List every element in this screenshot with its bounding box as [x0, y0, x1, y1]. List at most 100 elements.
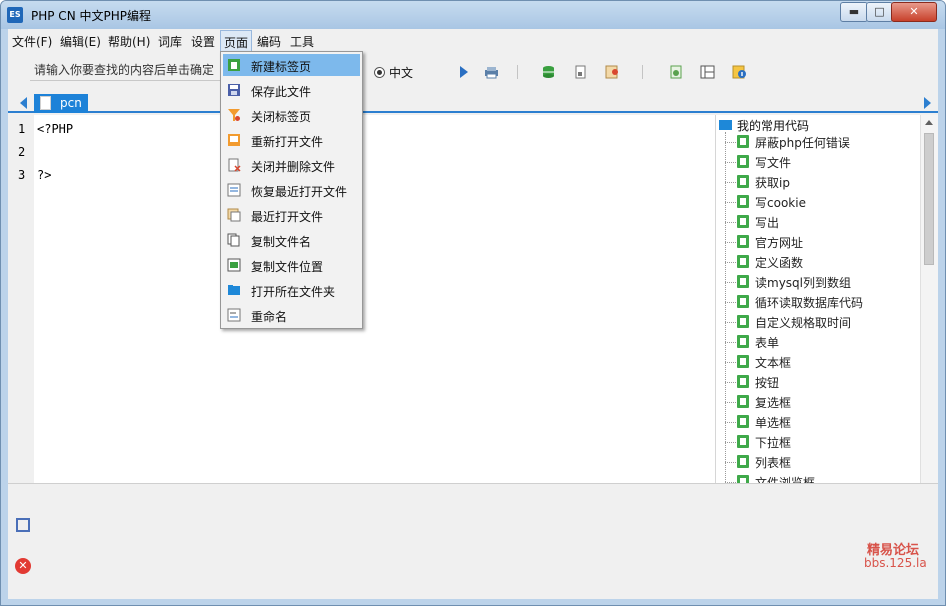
menu-item-rename[interactable]: 重命名: [223, 304, 360, 326]
layout-icon[interactable]: [700, 65, 715, 79]
output-panel: ✕: [8, 483, 938, 599]
error-icon[interactable]: ✕: [15, 558, 31, 574]
tree-connector: [725, 302, 736, 303]
watermark-url: bbs.125.la: [864, 556, 927, 570]
code-line[interactable]: ?>: [37, 168, 51, 182]
menu-item-restore-file[interactable]: 恢复最近打开文件: [223, 179, 360, 201]
tree-item[interactable]: 按钮: [725, 372, 925, 392]
menu-item-label: 重命名: [251, 310, 288, 324]
menu-item-copy-filename[interactable]: 复制文件名: [223, 229, 360, 251]
scrollbar-thumb[interactable]: [924, 133, 934, 265]
tree-item-label: 写出: [755, 216, 780, 230]
menu-item-label: 关闭标签页: [251, 110, 312, 124]
tree-connector: [725, 442, 736, 443]
menu-tools[interactable]: 工具: [290, 33, 314, 50]
tree-item[interactable]: 写文件: [725, 152, 925, 172]
recent-files-icon: [227, 208, 241, 222]
menu-item-label: 复制文件名: [251, 235, 312, 249]
tab-scroll-left-icon[interactable]: [20, 97, 27, 109]
snippet-icon: [737, 315, 749, 328]
print-icon[interactable]: [484, 65, 499, 79]
toolbar: 中文: [8, 51, 938, 91]
tree-item[interactable]: 表单: [725, 332, 925, 352]
copy-filename-icon: [227, 233, 240, 247]
tree-connector: [725, 322, 736, 323]
menu-item-recent-files[interactable]: 最近打开文件: [223, 204, 360, 226]
menu-item-label: 打开所在文件夹: [251, 285, 336, 299]
snippet-icon: [737, 395, 749, 408]
rename-icon: [227, 308, 241, 322]
copy-path-icon: [227, 258, 241, 272]
reopen-file-icon: [228, 134, 240, 146]
menu-item-label: 保存此文件: [251, 85, 312, 99]
tab-pcn[interactable]: pcn: [34, 94, 88, 113]
menu-item-copy-path[interactable]: 复制文件位置: [223, 254, 360, 276]
tree-item[interactable]: 官方网址: [725, 232, 925, 252]
title-bar[interactable]: ES PHP CN 中文PHP编程 ▬ □ ✕: [1, 1, 945, 29]
tree-item[interactable]: 自定义规格取时间: [725, 312, 925, 332]
tree-item[interactable]: 文件浏览框: [725, 472, 925, 483]
tab-scroll-right-icon[interactable]: [924, 97, 931, 109]
tree-item[interactable]: 列表框: [725, 452, 925, 472]
tree-item[interactable]: 循环读取数据库代码: [725, 292, 925, 312]
toolbar-separator: [642, 65, 643, 79]
tree-item[interactable]: 定义函数: [725, 252, 925, 272]
snippet-icon: [737, 155, 749, 168]
help-icon[interactable]: [732, 65, 747, 79]
tree-item-label: 官方网址: [755, 236, 804, 250]
menu-item-label: 新建标签页: [251, 60, 312, 74]
line-number-gutter: 1 2 3: [8, 115, 34, 483]
code-line[interactable]: <?PHP: [37, 122, 73, 136]
file-lock-icon[interactable]: [573, 65, 588, 79]
tree-connector: [725, 242, 736, 243]
tree-item[interactable]: 下拉框: [725, 432, 925, 452]
tree-item-label: 屏蔽php任何错误: [755, 136, 850, 150]
menu-encoding[interactable]: 编码: [257, 33, 281, 50]
maximize-button[interactable]: □: [866, 2, 893, 22]
tree-item-label: 获取ip: [755, 176, 790, 190]
tree-item[interactable]: 屏蔽php任何错误: [725, 132, 925, 152]
tree-item[interactable]: 读mysql列到数组: [725, 272, 925, 292]
tree-item-label: 下拉框: [755, 436, 792, 450]
menu-settings[interactable]: 设置: [191, 33, 215, 50]
tree-item[interactable]: 单选框: [725, 412, 925, 432]
run-icon[interactable]: [456, 65, 471, 79]
record-icon[interactable]: [605, 65, 620, 79]
save-log-icon[interactable]: [16, 518, 30, 532]
menu-item-delete-file[interactable]: 关闭并删除文件: [223, 154, 360, 176]
minimize-button[interactable]: ▬: [840, 2, 868, 22]
close-button[interactable]: ✕: [891, 2, 937, 22]
tree-item[interactable]: 写出: [725, 212, 925, 232]
folder-icon: [228, 285, 240, 295]
tree-connector: [725, 162, 736, 163]
menu-edit[interactable]: 编辑(E): [60, 33, 101, 50]
tree-connector: [725, 402, 736, 403]
search-input[interactable]: [30, 59, 230, 81]
info-file-icon[interactable]: [669, 65, 684, 79]
menu-item-folder[interactable]: 打开所在文件夹: [223, 279, 360, 301]
chinese-radio[interactable]: [374, 67, 385, 78]
tree-item[interactable]: 写cookie: [725, 192, 925, 212]
menu-item-close-tab[interactable]: 关闭标签页: [223, 104, 360, 126]
scroll-up-icon[interactable]: [925, 120, 933, 125]
menu-item-new-tab[interactable]: 新建标签页: [223, 54, 360, 76]
menu-file[interactable]: 文件(F): [12, 33, 52, 50]
database-icon[interactable]: [541, 65, 556, 79]
menu-item-reopen-file[interactable]: 重新打开文件: [223, 129, 360, 151]
tree-scrollbar[interactable]: [920, 115, 938, 483]
menu-lexicon[interactable]: 词库: [158, 33, 182, 50]
tree-connector: [725, 182, 736, 183]
tree-item[interactable]: 获取ip: [725, 172, 925, 192]
menu-item-save[interactable]: 保存此文件: [223, 79, 360, 101]
snippet-icon: [737, 435, 749, 448]
tree-item[interactable]: 复选框: [725, 392, 925, 412]
snippet-icon: [737, 175, 749, 188]
tree-item-label: 定义函数: [755, 256, 804, 270]
new-tab-icon: [228, 59, 240, 71]
client-area: 文件(F) 编辑(E) 帮助(H) 词库 设置 页面 编码 工具 中文: [8, 29, 938, 599]
menu-help[interactable]: 帮助(H): [108, 33, 150, 50]
tree-item[interactable]: 文本框: [725, 352, 925, 372]
menu-item-label: 关闭并删除文件: [251, 160, 336, 174]
snippet-icon: [737, 235, 749, 248]
line-number: 3: [18, 168, 26, 182]
